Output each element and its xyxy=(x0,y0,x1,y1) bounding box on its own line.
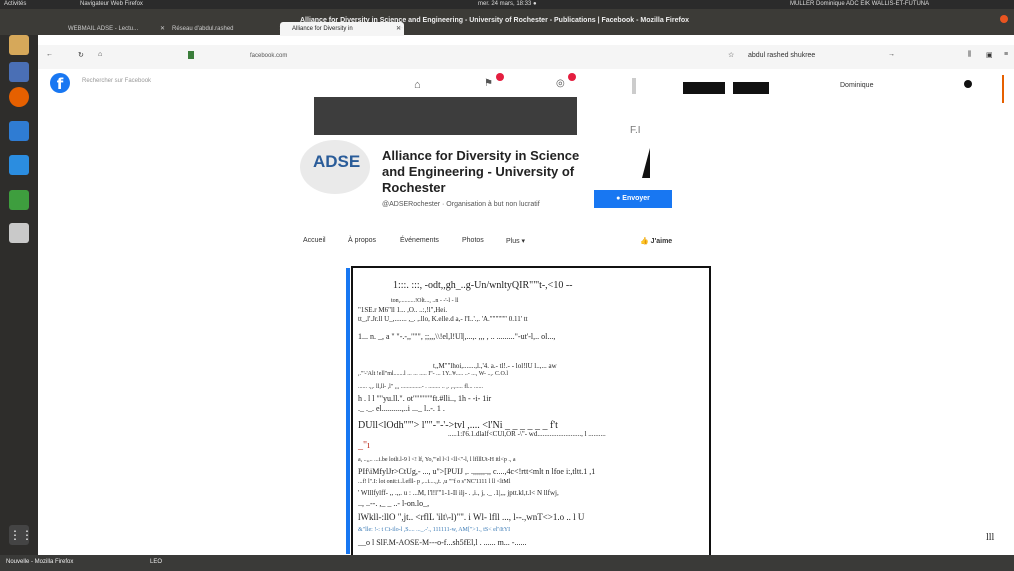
card-line: t,,M""lhoi,.......,l.,'4. a.- tl!.- - lo… xyxy=(433,362,557,370)
url-bar[interactable]: facebook.com xyxy=(250,53,287,59)
writer-icon[interactable] xyxy=(9,155,29,175)
card-line: _"ı xyxy=(358,440,370,451)
notification-badge xyxy=(496,73,504,81)
account-name[interactable]: Dominique xyxy=(840,82,873,89)
redaction-block xyxy=(683,82,725,94)
thumbs-up-icon: 👍 xyxy=(640,238,651,245)
card-line: "1SE.r M6"ll 1... ,O.. ..:,!l",Hei. xyxy=(358,306,448,314)
card-line: h . l l ""yu.ll.". ot""""""ft.#lli.., 1h… xyxy=(358,394,492,403)
card-line: &"lle: !-: t Ct-ilo-l ,S.... ..._.-'., 1… xyxy=(358,527,511,533)
pages-icon[interactable]: ⚑ xyxy=(484,78,493,89)
cover-photo xyxy=(314,97,577,135)
search-input[interactable]: Rechercher sur Facebook xyxy=(82,78,151,84)
app-name: Navigateur Web Firefox xyxy=(80,1,143,7)
nav-plus[interactable]: Plus ▾ xyxy=(506,237,525,245)
card-line: ._ ._. el..........,..i ..._ l..-. 1 . xyxy=(358,404,445,413)
logo-text: ADSE xyxy=(313,152,361,171)
card-line: __o l SlF.M-AOSE-M---o-f...sh5fEl,l . ..… xyxy=(358,538,527,547)
activities-button[interactable]: Activités xyxy=(4,0,26,9)
nav-accueil[interactable]: Accueil xyxy=(303,237,326,244)
home-icon[interactable]: ⌂ xyxy=(98,51,102,58)
tab-reseau[interactable]: Réseau d'abdul.rashed✕ xyxy=(160,22,287,36)
user-menu[interactable]: MULLER Dominique ADC EIK WALLIS-ET-FUTUN… xyxy=(790,0,929,9)
reload-icon[interactable]: ↻ xyxy=(78,51,84,59)
arrow-right-icon[interactable]: → xyxy=(888,51,895,58)
notification-badge xyxy=(568,73,576,81)
firefox-icon[interactable] xyxy=(9,87,29,107)
navigation-bar: ← ↻ ⌂ facebook.com ☆ abdul rashed shukre… xyxy=(38,45,1014,69)
card-line: tt_,l'.Jr.ll U_,....... ,_. ,.llo, K.ell… xyxy=(358,315,528,323)
fragment-text: F.I xyxy=(630,125,641,136)
lock-icon xyxy=(188,51,194,59)
scrollbar-marker xyxy=(1002,75,1004,103)
camera-icon[interactable] xyxy=(9,223,29,243)
reader-icon[interactable]: ▣ xyxy=(986,51,993,59)
taskbar-item-firefox[interactable]: Nouvelle - Mozilla Firefox xyxy=(6,559,73,565)
card-line: ...f! l".I: lot onit:i..l.efll- p ,...i.… xyxy=(358,479,511,485)
close-window-icon[interactable] xyxy=(1000,15,1008,23)
library-icon[interactable]: ⫼ xyxy=(968,51,971,59)
card-line: .., ..--. ,_ _ ..- l-on.lo_, xyxy=(358,499,430,508)
page-title: Alliance for Diversity in Science and En… xyxy=(382,148,580,195)
clock[interactable]: mer. 24 mars, 18:33 ● xyxy=(478,0,537,9)
account-menu-icon[interactable] xyxy=(964,80,972,88)
card-line: a, ..,,.. ...i.be lotli.l-9 l <! lf, Yo,… xyxy=(358,457,516,463)
card-line: 1... n. _, a '' "-.-,,""", ;;,,,\\!el,l!… xyxy=(358,332,556,341)
nav-a-propos[interactable]: À propos xyxy=(348,237,376,244)
tab-alliance[interactable]: Alliance for Diversity in ✕ xyxy=(280,22,404,36)
tab-webmail[interactable]: WEBMAIL ADSE - Lectu... ✕ xyxy=(56,22,168,36)
send-message-button[interactable]: ● Envoyer xyxy=(594,190,672,208)
marker-text: lll xyxy=(986,532,995,543)
redaction-block xyxy=(733,82,769,94)
card-line: ' Wlllfylff- ,, .,,. u : ...M, l'l!l"'1-… xyxy=(358,489,559,497)
nav-photos[interactable]: Photos xyxy=(462,237,484,244)
nav-evenements[interactable]: Événements xyxy=(400,237,439,244)
post-card: 1:::. :::, -odt,,gh_..g-Un/wnltyQIR""'t-… xyxy=(351,266,711,562)
taskbar-item-leo[interactable]: LEO xyxy=(150,559,162,565)
card-line: ,."'-'Alt !ell"ml.......l ... ... ..... … xyxy=(358,371,509,377)
system-top-bar: Activités Navigateur Web Firefox mer. 24… xyxy=(0,0,1014,9)
adse-logo[interactable]: ADSE xyxy=(300,140,370,194)
send-label: Envoyer xyxy=(622,195,650,202)
like-label: J'aime xyxy=(650,238,673,245)
tab-label: Alliance for Diversity in xyxy=(292,26,353,32)
facebook-logo[interactable]: f xyxy=(50,73,70,93)
thunderbird-icon[interactable] xyxy=(9,121,29,141)
back-icon[interactable]: ← xyxy=(46,51,53,58)
apps-grid-icon[interactable]: ⋮⋮ xyxy=(9,525,33,545)
groups-icon[interactable]: ◎ xyxy=(556,78,565,89)
home-icon[interactable]: ⌂ xyxy=(414,79,421,91)
bookmark-star-icon[interactable]: ☆ xyxy=(728,51,734,59)
card-line: PIf\iMfylJr>CtUg,- ..., u">[PUIJ ,. .,,,… xyxy=(358,467,596,476)
tab-label: Réseau d'abdul.rashed xyxy=(172,26,234,32)
files-icon[interactable] xyxy=(9,35,29,55)
calc-icon[interactable] xyxy=(9,190,29,210)
software-icon[interactable] xyxy=(9,62,29,82)
tab-label: WEBMAIL ADSE - Lectu... xyxy=(68,26,139,32)
card-line: lWkll-:llO ",jt.. <rflL 'ilt\-l)"". i Wl… xyxy=(358,512,585,522)
new-tab-button[interactable]: + xyxy=(398,23,403,33)
card-line: ton,..........!Olt..., ..n - -'-l - ll xyxy=(391,298,459,304)
search-field[interactable]: abdul rashed shukree xyxy=(748,52,815,59)
card-line: 1:::. :::, -odt,,gh_..g-Un/wnltyQIR""'t-… xyxy=(393,280,573,291)
card-line: .....1:l'6.1.dlalf<CUl,OR -\"- wd.......… xyxy=(448,430,606,438)
divider xyxy=(632,78,636,94)
dock: ⋮⋮ xyxy=(0,35,38,555)
taskbar: Nouvelle - Mozilla Firefox LEO xyxy=(0,555,1014,571)
page-handle: @ADSERochester · Organisation à but non … xyxy=(382,201,540,208)
menu-icon[interactable]: ≡ xyxy=(1004,51,1008,58)
like-button[interactable]: 👍 J'aime xyxy=(640,237,672,245)
left-highlight-bar xyxy=(346,268,350,554)
black-artifact xyxy=(642,148,650,178)
card-line: ...... .,,. ll,ll- ,l" ,,, .............… xyxy=(358,384,483,390)
